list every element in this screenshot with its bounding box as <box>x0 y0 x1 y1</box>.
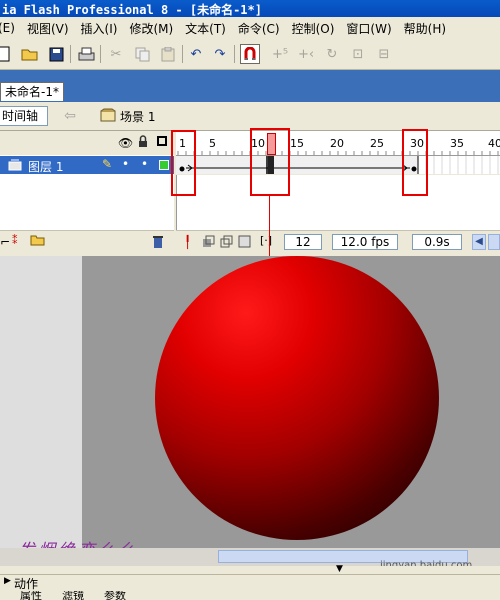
toolbar-separator <box>182 45 183 63</box>
main-toolbar: ✂ ↶ ↷ +⁵ +‹ ↻ ⊡ ⊟ <box>0 39 500 70</box>
lock-dot[interactable]: • <box>141 157 148 171</box>
properties-panel-tabs: 属性 滤镜 参数 <box>0 591 500 600</box>
visibility-dot[interactable]: • <box>122 157 129 171</box>
undo-icon[interactable]: ↶ <box>186 44 206 64</box>
actions-panel-label[interactable]: 动作 <box>14 575 38 592</box>
ruler-label-25: 25 <box>370 137 384 150</box>
elapsed-time-field: 0.9s <box>412 234 462 250</box>
highlight-frame-1 <box>171 130 196 196</box>
scale-icon[interactable]: ⊡ <box>348 44 368 64</box>
outline-icon[interactable] <box>157 136 167 146</box>
layer-panel-footer: ⌐ ⁑ <box>0 230 174 255</box>
ruler-label-40: 40 <box>488 137 500 150</box>
onion-outline-icon[interactable] <box>220 235 233 251</box>
menu-insert[interactable]: 插入(I) <box>81 20 118 37</box>
frame-rate-field: 12.0 fps <box>332 234 398 250</box>
onion-skin-icon[interactable] <box>202 235 215 251</box>
cut-icon[interactable]: ✂ <box>106 44 126 64</box>
scene-label: 场景 1 <box>120 110 156 124</box>
menu-help[interactable]: 帮助(H) <box>404 20 446 37</box>
pasteboard <box>0 256 82 548</box>
menu-modify[interactable]: 修改(M) <box>129 20 173 37</box>
save-icon[interactable] <box>46 44 66 64</box>
timeline-status-bar: ╿ [·] 12 12.0 fps 0.9s ◀ <box>176 230 500 255</box>
copy-icon[interactable] <box>132 44 152 64</box>
playhead-guide-line <box>269 196 270 256</box>
menu-text[interactable]: 文本(T) <box>185 20 226 37</box>
rotate-icon[interactable]: ↻ <box>322 44 342 64</box>
redo-icon[interactable]: ↷ <box>210 44 230 64</box>
outline-color-swatch[interactable] <box>159 160 169 170</box>
red-ball[interactable] <box>155 256 439 540</box>
layer-name[interactable]: 图层 1 <box>28 158 63 175</box>
ruler-label-35: 35 <box>450 137 464 150</box>
straighten-icon[interactable]: +‹ <box>296 44 316 64</box>
insert-folder-icon[interactable] <box>30 234 46 249</box>
pencil-icon: ✎ <box>102 157 113 171</box>
document-tab-bar <box>0 70 500 102</box>
motion-guide-icon[interactable]: ⁑ <box>12 234 18 247</box>
ruler-label-15: 15 <box>290 137 304 150</box>
menu-bar: (E) 视图(V) 插入(I) 修改(M) 文本(T) 命令(C) 控制(O) … <box>0 17 500 39</box>
frame-row-graphic <box>176 156 499 174</box>
ruler-label-20: 20 <box>330 137 344 150</box>
menu-view[interactable]: 视图(V) <box>27 20 69 37</box>
expand-arrow-icon[interactable]: ▶ <box>4 576 11 586</box>
lock-icon[interactable] <box>138 135 148 151</box>
snap-magnet-icon[interactable] <box>240 44 260 64</box>
toolbar-separator <box>70 45 71 63</box>
center-frame-icon[interactable]: ╿ <box>184 235 191 249</box>
actions-panel-header[interactable]: ▶ 动作 <box>0 574 500 591</box>
toolbar-separator <box>234 45 235 63</box>
title-bar: ia Flash Professional 8 - [未命名-1*] <box>0 0 500 17</box>
timeline-toggle-button[interactable]: 时间轴 <box>0 106 48 126</box>
menu-edit[interactable]: (E) <box>0 21 15 35</box>
open-icon[interactable] <box>20 44 40 64</box>
current-frame-field: 12 <box>284 234 322 250</box>
empty-frames-area[interactable] <box>176 175 500 230</box>
print-icon[interactable] <box>76 44 96 64</box>
menu-window[interactable]: 窗口(W) <box>346 20 391 37</box>
collapse-arrow-icon[interactable]: ▼ <box>336 564 343 574</box>
highlight-frame-12 <box>250 128 290 196</box>
frame-span <box>176 156 418 174</box>
tab-filters[interactable]: 滤镜 <box>62 591 84 600</box>
new-icon[interactable] <box>0 44 14 64</box>
window-title: ia Flash Professional 8 - [未命名-1*] <box>2 3 262 17</box>
highlight-frame-30 <box>402 129 428 196</box>
layer-panel-header: 👁 <box>0 131 174 155</box>
panel-collapse-bar[interactable]: ▼ <box>0 564 500 574</box>
trash-icon[interactable] <box>152 235 164 252</box>
menu-commands[interactable]: 命令(C) <box>238 20 280 37</box>
paste-icon[interactable] <box>158 44 178 64</box>
tab-parameters[interactable]: 参数 <box>104 591 126 600</box>
scene-icon <box>100 108 116 122</box>
eye-icon[interactable]: 👁 <box>118 136 133 150</box>
menu-control[interactable]: 控制(O) <box>292 20 335 37</box>
edit-multiple-frames-icon[interactable] <box>238 235 251 251</box>
smooth-icon[interactable]: +⁵ <box>270 44 290 64</box>
tab-properties[interactable]: 属性 <box>20 591 42 600</box>
modify-onion-markers-icon[interactable]: [·] <box>260 234 272 247</box>
layer-icon <box>8 159 22 174</box>
scrollbar-thumb[interactable] <box>488 234 500 250</box>
frame-row[interactable] <box>176 156 500 174</box>
back-arrow-icon[interactable]: ⇦ <box>60 107 80 125</box>
layer-row[interactable]: 图层 1 ✎ • • <box>0 156 174 174</box>
align-icon[interactable]: ⊟ <box>374 44 394 64</box>
ruler-label-5: 5 <box>209 137 216 150</box>
scroll-left-icon[interactable]: ◀ <box>472 234 486 250</box>
insert-layer-icon[interactable]: ⌐ <box>0 235 10 249</box>
frame-ruler[interactable]: 1 5 10 15 20 25 30 35 40 <box>176 131 500 156</box>
toolbar-separator <box>100 45 101 63</box>
document-tab[interactable]: 未命名-1* <box>0 82 64 101</box>
